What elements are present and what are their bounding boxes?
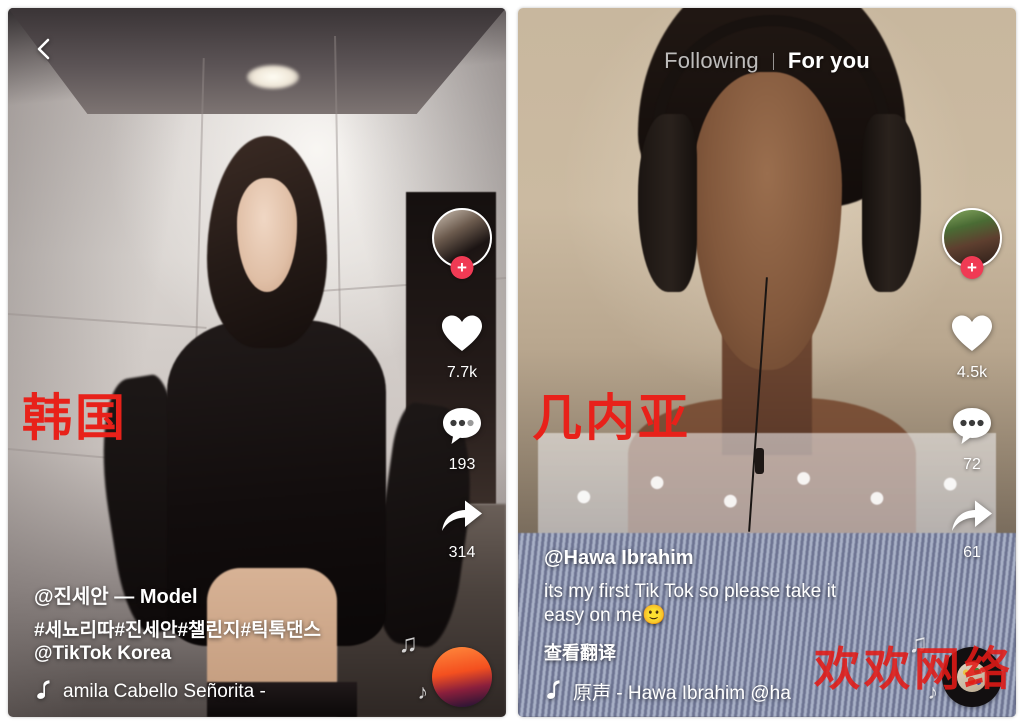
chevron-left-icon (35, 37, 51, 61)
left-video-panel[interactable]: 韩国 + 7.7k 193 314 @진세안 — Model #세뇨리따#진세안… (8, 8, 506, 717)
see-translation-link[interactable]: 查看翻译 (544, 639, 873, 665)
share-button-right[interactable]: 61 (950, 498, 994, 562)
follow-button[interactable]: + (960, 256, 984, 279)
right-caption-block: @Hawa Ibrahim its my first Tik Tok so pl… (544, 547, 873, 665)
left-music-row[interactable]: amila Cabello Señorita - (34, 679, 266, 705)
share-arrow-icon (950, 498, 994, 539)
caption-hashtags[interactable]: #세뇨리따#진세안#챌린지#틱톡댄스 (34, 619, 363, 642)
share-arrow-icon (440, 498, 484, 539)
tile-grout-line (8, 312, 207, 329)
country-annotation-left: 韩国 (22, 389, 128, 447)
like-count: 4.5k (956, 364, 988, 381)
headphone-earcup-right (861, 114, 922, 292)
heart-icon (440, 314, 484, 359)
like-count: 7.7k (446, 364, 478, 381)
right-action-rail: + 4.5k 72 61 (942, 208, 1002, 586)
author-avatar-left[interactable]: + (432, 208, 492, 279)
heart-icon (950, 314, 994, 359)
smile-emoji-icon: 🙂 (642, 605, 666, 627)
tab-separator (772, 52, 774, 70)
follow-button[interactable]: + (450, 256, 474, 279)
album-disc-left[interactable] (432, 647, 492, 707)
comment-bubble-icon (951, 406, 993, 451)
feed-tabs: Following For you (518, 48, 1016, 74)
comment-bubble-icon (441, 406, 483, 451)
tab-following[interactable]: Following (664, 48, 759, 74)
inline-mic (754, 447, 764, 474)
share-count: 61 (963, 544, 981, 561)
comment-count: 193 (448, 456, 476, 473)
comment-count: 72 (963, 456, 981, 473)
music-title: 原声 - Hawa Ibrahim @ha (573, 683, 791, 704)
music-note-icon (34, 679, 51, 705)
author-handle[interactable]: @진세안 — Model (34, 580, 363, 609)
music-note-icon (544, 679, 561, 705)
ceiling-light (247, 64, 300, 89)
country-annotation-right: 几内亚 (532, 389, 691, 447)
right-music-row[interactable]: 原声 - Hawa Ibrahim @ha (544, 678, 791, 705)
share-count: 314 (448, 544, 476, 561)
comment-button-right[interactable]: 72 (951, 406, 993, 474)
album-art (957, 662, 987, 692)
comment-button-left[interactable]: 193 (441, 406, 483, 474)
headphone-earcup-left (637, 114, 698, 292)
author-handle[interactable]: @Hawa Ibrahim (544, 547, 873, 570)
left-action-rail: + 7.7k 193 314 (432, 208, 492, 586)
back-button[interactable] (30, 36, 56, 62)
caption-mention[interactable]: @TikTok Korea (34, 642, 363, 665)
like-button-right[interactable]: 4.5k (950, 314, 994, 382)
caption-line-2: easy on me🙂 (544, 604, 873, 629)
left-caption-block: @진세안 — Model #세뇨리따#진세안#챌린지#틱톡댄스 @TikTok … (34, 580, 363, 665)
album-disc-right[interactable] (942, 647, 1002, 707)
tab-for-you[interactable]: For you (788, 48, 870, 74)
comparison-screenshot: 韩国 + 7.7k 193 314 @진세안 — Model #세뇨리따#진세안… (0, 0, 1024, 723)
caption-line-2-text: easy on me (544, 605, 643, 627)
right-video-panel[interactable]: Following For you 几内亚 + 4.5k 72 61 @Hawa… (518, 8, 1016, 717)
like-button-left[interactable]: 7.7k (440, 314, 484, 382)
share-button-left[interactable]: 314 (440, 498, 484, 562)
author-avatar-right[interactable]: + (942, 208, 1002, 279)
caption-line-1: its my first Tik Tok so please take it (544, 580, 837, 602)
music-title: amila Cabello Señorita - (63, 681, 266, 702)
ceiling (8, 8, 506, 115)
